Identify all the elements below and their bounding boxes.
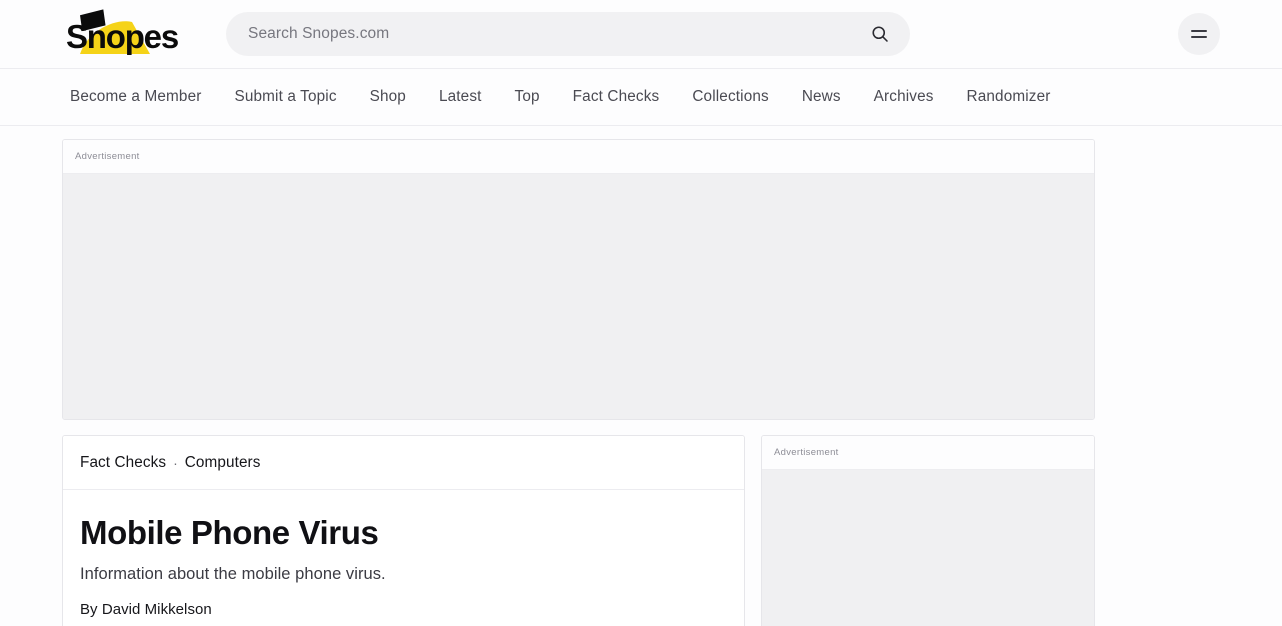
site-header: Snopes <box>0 0 1282 69</box>
main-navigation: Become a Member Submit a Topic Shop Late… <box>0 69 1282 126</box>
article-and-sidebar-row: Fact Checks · Computers Mobile Phone Vir… <box>0 435 1282 626</box>
ad-slot-placeholder <box>63 173 1094 419</box>
ad-label-bar: Advertisement <box>63 140 1094 173</box>
breadcrumb-category[interactable]: Fact Checks <box>80 454 166 472</box>
menu-line <box>1191 36 1207 38</box>
ad-slot-placeholder <box>762 469 1094 626</box>
search-bar[interactable] <box>226 12 910 56</box>
breadcrumb-separator: · <box>173 454 178 471</box>
nav-item-collections[interactable]: Collections <box>692 88 768 106</box>
article-card: Fact Checks · Computers Mobile Phone Vir… <box>62 435 745 626</box>
sidebar-advertisement: Advertisement <box>761 435 1095 626</box>
search-input[interactable] <box>248 25 870 43</box>
advertisement-label: Advertisement <box>774 447 839 458</box>
top-advertisement: Advertisement <box>62 139 1095 420</box>
nav-item-fact-checks[interactable]: Fact Checks <box>573 88 660 106</box>
nav-item-latest[interactable]: Latest <box>439 88 482 106</box>
breadcrumb-subcategory[interactable]: Computers <box>185 454 261 472</box>
nav-item-randomizer[interactable]: Randomizer <box>967 88 1051 106</box>
hamburger-menu-icon[interactable] <box>1178 13 1220 55</box>
menu-line <box>1191 30 1207 32</box>
advertisement-label: Advertisement <box>75 151 140 162</box>
svg-text:Snopes: Snopes <box>66 18 178 55</box>
snopes-logo[interactable]: Snopes <box>58 8 188 60</box>
ad-label-bar: Advertisement <box>762 436 1094 469</box>
nav-item-become-a-member[interactable]: Become a Member <box>70 88 201 106</box>
nav-item-submit-a-topic[interactable]: Submit a Topic <box>234 88 336 106</box>
page-content: Advertisement Fact Checks · Computers Mo… <box>0 126 1282 626</box>
search-icon[interactable] <box>870 24 890 44</box>
nav-item-news[interactable]: News <box>802 88 841 106</box>
article-body: Mobile Phone Virus Information about the… <box>63 490 744 626</box>
nav-item-archives[interactable]: Archives <box>874 88 934 106</box>
nav-item-shop[interactable]: Shop <box>370 88 406 106</box>
article-subtitle: Information about the mobile phone virus… <box>80 565 386 584</box>
breadcrumb: Fact Checks · Computers <box>63 436 744 490</box>
article-byline: By David Mikkelson <box>80 601 212 619</box>
nav-item-top[interactable]: Top <box>515 88 540 106</box>
page-title: Mobile Phone Virus <box>80 514 379 551</box>
